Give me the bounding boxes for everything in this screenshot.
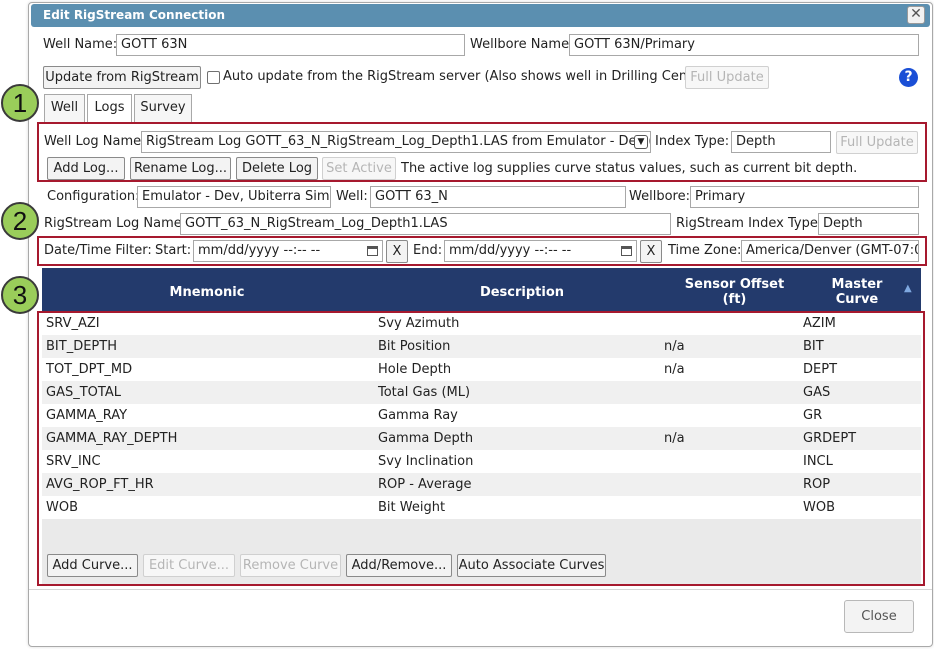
rename-log-button[interactable]: Rename Log... bbox=[130, 157, 231, 180]
well-input[interactable]: GOTT 63_N bbox=[370, 186, 626, 208]
close-button[interactable]: Close bbox=[844, 600, 914, 633]
edit-curve-button[interactable]: Edit Curve... bbox=[143, 554, 235, 577]
sort-ascending-icon[interactable]: ▲ bbox=[904, 283, 912, 294]
callout-3: 3 bbox=[1, 276, 39, 314]
configuration-label: Configuration: bbox=[47, 189, 140, 204]
footer-divider bbox=[29, 589, 932, 590]
tab-survey[interactable]: Survey bbox=[134, 94, 192, 122]
end-label: End: bbox=[413, 243, 443, 258]
index-type-label: Index Type: bbox=[655, 134, 730, 149]
callout-1: 1 bbox=[1, 84, 39, 122]
highlight-box-curves bbox=[37, 311, 925, 586]
calendar-icon[interactable] bbox=[367, 246, 378, 256]
wellbore-name-label: Wellbore Name: bbox=[470, 37, 574, 52]
well-log-name-value: RigStream Log GOTT_63_N_RigStream_Log_De… bbox=[146, 134, 651, 149]
curves-table-header: Mnemonic Description Sensor Offset (ft) … bbox=[42, 268, 921, 312]
update-from-rigstream-button[interactable]: Update from RigStream bbox=[43, 66, 201, 89]
rigstream-log-name-label: RigStream Log Name: bbox=[44, 216, 187, 231]
well-log-name-select[interactable]: RigStream Log GOTT_63_N_RigStream_Log_De… bbox=[141, 131, 651, 153]
remove-curve-button[interactable]: Remove Curve bbox=[240, 554, 341, 577]
header-master-curve[interactable]: Master Curve bbox=[797, 277, 917, 307]
end-placeholder: mm/dd/yyyy --:-- -- bbox=[449, 243, 572, 258]
start-placeholder: mm/dd/yyyy --:-- -- bbox=[198, 243, 321, 258]
add-remove-button[interactable]: Add/Remove... bbox=[346, 554, 452, 577]
start-label: Start: bbox=[155, 243, 192, 258]
rigstream-index-type-input[interactable]: Depth bbox=[818, 213, 919, 235]
auto-update-label: Auto update from the RigStream server (A… bbox=[223, 69, 711, 84]
auto-associate-curves-button[interactable]: Auto Associate Curves bbox=[457, 554, 606, 577]
calendar-icon[interactable] bbox=[621, 246, 632, 256]
tab-well[interactable]: Well bbox=[44, 94, 85, 122]
dialog-title: Edit RigStream Connection bbox=[43, 8, 225, 22]
delete-log-button[interactable]: Delete Log bbox=[236, 157, 318, 180]
chevron-down-icon: ▼ bbox=[634, 135, 648, 149]
wellbore-name-input[interactable]: GOTT 63N/Primary bbox=[569, 34, 919, 56]
header-mnemonic[interactable]: Mnemonic bbox=[42, 285, 372, 300]
full-update-button-top[interactable]: Full Update bbox=[685, 66, 769, 89]
header-sensor-offset-line2: (ft) bbox=[722, 292, 747, 307]
rigstream-index-type-label: RigStream Index Type: bbox=[676, 216, 823, 231]
well-name-label: Well Name: bbox=[43, 37, 118, 52]
well-log-name-label: Well Log Name: bbox=[44, 134, 146, 149]
callout-2: 2 bbox=[1, 202, 39, 240]
full-update-button-log[interactable]: Full Update bbox=[836, 131, 918, 154]
dialog-title-bar[interactable]: Edit RigStream Connection ✕ bbox=[31, 4, 930, 27]
set-active-button[interactable]: Set Active bbox=[322, 157, 396, 180]
well-name-input[interactable]: GOTT 63N bbox=[116, 34, 465, 56]
add-curve-button[interactable]: Add Curve... bbox=[47, 554, 138, 577]
header-master-curve-line2: Curve bbox=[835, 292, 879, 307]
header-description[interactable]: Description bbox=[372, 285, 672, 300]
rigstream-log-name-input[interactable]: GOTT_63_N_RigStream_Log_Depth1.LAS bbox=[180, 213, 671, 235]
index-type-input[interactable]: Depth bbox=[731, 131, 831, 153]
wellbore-label: Wellbore: bbox=[629, 189, 690, 204]
well-label: Well: bbox=[336, 189, 368, 204]
date-time-filter-label: Date/Time Filter: bbox=[44, 243, 152, 258]
configuration-input[interactable]: Emulator - Dev, Ubiterra Simul bbox=[137, 186, 331, 208]
add-log-button[interactable]: Add Log... bbox=[47, 157, 125, 180]
header-sensor-offset-line1: Sensor Offset bbox=[684, 277, 785, 292]
auto-update-checkbox[interactable] bbox=[207, 71, 220, 84]
help-icon[interactable]: ? bbox=[899, 68, 918, 87]
header-master-curve-line1: Master bbox=[831, 277, 883, 292]
end-datetime-input[interactable]: mm/dd/yyyy --:-- -- bbox=[444, 240, 637, 262]
wellbore-input[interactable]: Primary bbox=[690, 186, 919, 208]
clear-start-button[interactable]: X bbox=[386, 240, 408, 263]
header-sensor-offset[interactable]: Sensor Offset (ft) bbox=[672, 277, 797, 307]
time-zone-label: Time Zone: bbox=[668, 243, 742, 258]
start-datetime-input[interactable]: mm/dd/yyyy --:-- -- bbox=[193, 240, 383, 262]
time-zone-input[interactable]: America/Denver (GMT-07:00 bbox=[741, 240, 919, 262]
close-icon[interactable]: ✕ bbox=[907, 6, 925, 24]
clear-end-button[interactable]: X bbox=[640, 240, 662, 263]
tab-logs[interactable]: Logs bbox=[87, 94, 132, 123]
active-log-note: The active log supplies curve status val… bbox=[401, 161, 858, 176]
